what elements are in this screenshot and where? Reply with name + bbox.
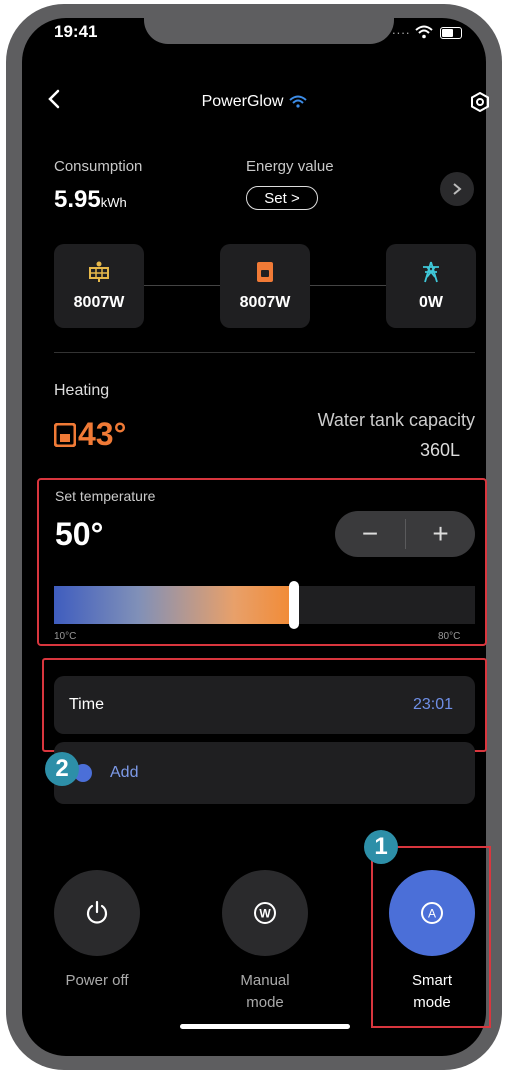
grid-power-value: 0W bbox=[419, 294, 443, 311]
heater-flow-card: 8007W bbox=[220, 244, 310, 328]
manual-mode-label: Manual mode bbox=[208, 970, 322, 1014]
decrease-temperature-button[interactable]: − bbox=[335, 511, 405, 557]
time-schedule-row[interactable]: Time 23:01 bbox=[54, 676, 475, 734]
status-time: 19:41 bbox=[54, 22, 98, 41]
device-name: PowerGlow bbox=[201, 93, 284, 110]
power-icon bbox=[86, 900, 108, 924]
heater-power-value: 8007W bbox=[239, 294, 291, 311]
settings-gear-icon[interactable] bbox=[470, 92, 490, 112]
solar-power-value: 8007W bbox=[73, 294, 125, 311]
annotation-badge-1: 1 bbox=[364, 830, 398, 864]
manual-mode-icon: W bbox=[254, 902, 276, 924]
temperature-stepper: − + bbox=[335, 511, 475, 557]
power-off-button[interactable] bbox=[54, 870, 140, 956]
energy-value-label: Energy value bbox=[246, 158, 334, 175]
heating-label: Heating bbox=[54, 382, 110, 399]
manual-mode-button[interactable]: W bbox=[222, 870, 308, 956]
energy-set-button[interactable]: Set > bbox=[246, 186, 318, 210]
signal-icon: .... bbox=[392, 22, 411, 37]
wifi-connected-icon bbox=[289, 95, 308, 108]
solar-flow-card: 8007W bbox=[54, 244, 144, 328]
annotation-badge-2: 2 bbox=[45, 752, 79, 786]
smart-mode-label: Smart mode bbox=[375, 970, 489, 1014]
temperature-slider[interactable] bbox=[54, 581, 475, 629]
section-divider bbox=[54, 352, 475, 353]
water-heater-icon bbox=[257, 262, 273, 282]
manual-mode-label-line2: mode bbox=[246, 994, 284, 1011]
flow-connector bbox=[310, 285, 388, 286]
flow-connector bbox=[144, 285, 222, 286]
grid-flow-card: 0W bbox=[386, 244, 476, 328]
home-indicator[interactable] bbox=[180, 1024, 350, 1029]
time-label: Time bbox=[69, 696, 104, 713]
consumption-value: 5.95kWh bbox=[54, 186, 127, 214]
slider-min-label: 10°C bbox=[54, 631, 77, 642]
tank-capacity-value: 360L bbox=[419, 440, 460, 460]
current-temperature: 43° bbox=[53, 416, 127, 453]
notch bbox=[144, 4, 394, 44]
add-schedule-button[interactable]: Add bbox=[54, 742, 475, 804]
water-heater-icon bbox=[53, 422, 77, 448]
consumption-number: 5.95 bbox=[54, 186, 101, 213]
smart-mode-label-line2: mode bbox=[413, 994, 451, 1011]
set-temperature-label: Set temperature bbox=[55, 488, 156, 504]
solar-panel-icon bbox=[89, 261, 109, 282]
smart-mode-label-line1: Smart bbox=[411, 972, 452, 989]
wifi-status-icon bbox=[415, 25, 433, 39]
tank-capacity-label: Water tank capacity bbox=[317, 410, 475, 430]
temperature-slider-thumb[interactable] bbox=[289, 581, 299, 629]
energy-detail-button[interactable] bbox=[440, 172, 474, 206]
smart-mode-button[interactable]: A bbox=[389, 870, 475, 956]
slider-max-label: 80°C bbox=[438, 631, 461, 642]
battery-icon bbox=[440, 27, 462, 39]
page-title: PowerGlow bbox=[0, 93, 509, 111]
temperature-slider-fill bbox=[54, 586, 294, 624]
chevron-right-icon bbox=[453, 183, 462, 195]
time-value: 23:01 bbox=[412, 696, 453, 713]
consumption-label: Consumption bbox=[54, 158, 143, 175]
smart-mode-icon: A bbox=[421, 902, 443, 924]
increase-temperature-button[interactable]: + bbox=[406, 511, 475, 557]
power-off-label: Power off bbox=[65, 972, 129, 989]
svg-text:A: A bbox=[428, 907, 436, 921]
consumption-unit: kWh bbox=[100, 195, 127, 210]
add-label: Add bbox=[110, 764, 139, 781]
power-tower-icon bbox=[423, 261, 439, 283]
current-temperature-value: 43° bbox=[78, 416, 127, 452]
manual-mode-label-line1: Manual bbox=[240, 972, 290, 989]
svg-text:W: W bbox=[259, 907, 271, 921]
set-temperature-value: 50° bbox=[55, 516, 104, 552]
